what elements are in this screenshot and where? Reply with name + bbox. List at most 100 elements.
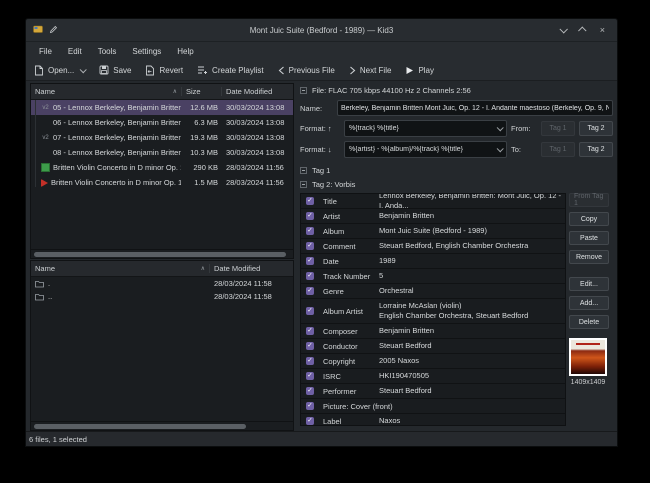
tag-checkbox[interactable]: ✓: [306, 257, 314, 265]
create-playlist-button[interactable]: Create Playlist: [197, 65, 264, 75]
tag-row[interactable]: ✓ Album Artist Lorraine McAslan (violin)…: [301, 299, 565, 324]
tag-checkbox[interactable]: ✓: [306, 307, 314, 315]
tag-row[interactable]: ✓ Track Number 5: [301, 269, 565, 284]
tag-row[interactable]: ✓ Copyright 2005 Naxos: [301, 354, 565, 369]
tag-field-value[interactable]: HKI190470505: [379, 371, 565, 381]
tag-field-value[interactable]: Benjamin Britten: [379, 326, 565, 336]
close-icon[interactable]: ×: [600, 26, 605, 35]
menu-item[interactable]: Help: [170, 45, 200, 58]
filename-format-combo[interactable]: %{track} %{title}: [344, 120, 507, 137]
file-row[interactable]: 08 - Lennox Berkeley, Benjamin Britten M…: [31, 145, 293, 160]
filename-from-tag2-button[interactable]: Tag 2: [579, 121, 613, 136]
tag-row[interactable]: ✓ Composer Benjamin Britten: [301, 324, 565, 339]
tag-checkbox[interactable]: ✓: [306, 272, 314, 280]
tag-field-value[interactable]: 5: [379, 271, 565, 281]
tag-checkbox[interactable]: ✓: [306, 327, 314, 335]
tag-field-value[interactable]: 2005 Naxos: [379, 356, 565, 366]
edit-button[interactable]: Edit...: [569, 277, 609, 291]
add-button[interactable]: Add...: [569, 296, 609, 310]
tag-field-value[interactable]: Steuart Bedford, English Chamber Orchest…: [379, 241, 565, 251]
tag-row[interactable]: ✓ Conductor Steuart Bedford: [301, 339, 565, 354]
revert-button[interactable]: Revert: [145, 65, 183, 76]
tag1-section-header[interactable]: Tag 1: [300, 166, 613, 175]
collapse-toggle-icon[interactable]: [300, 87, 307, 94]
tag-field-value[interactable]: Lorraine McAslan (violin) English Chambe…: [379, 301, 565, 321]
menu-item[interactable]: Settings: [125, 45, 168, 58]
delete-button[interactable]: Delete: [569, 315, 609, 329]
tag-checkbox[interactable]: ✓: [306, 242, 314, 250]
directory-row[interactable]: . 28/03/2024 11:58: [31, 277, 293, 290]
tag-field-value[interactable]: Benjamin Britten: [379, 211, 565, 221]
tag-row[interactable]: ✓ Label Naxos: [301, 414, 565, 426]
play-button[interactable]: Play: [405, 66, 434, 75]
tag-row[interactable]: ✓ Picture: Cover (front): [301, 399, 565, 414]
previous-file-button[interactable]: Previous File: [278, 66, 335, 75]
copy-button[interactable]: Copy: [569, 212, 609, 226]
filename-from-tag1-button[interactable]: Tag 1: [541, 121, 575, 136]
tag-checkbox[interactable]: ✓: [306, 417, 314, 425]
directory-list-hscrollbar[interactable]: [31, 421, 293, 430]
open-dropdown-icon[interactable]: [80, 66, 87, 73]
tag-field-value[interactable]: 1989: [379, 256, 565, 266]
paste-button[interactable]: Paste: [569, 231, 609, 245]
tag-format-combo[interactable]: %{artist} - %{album}/%{track} %{title}: [344, 141, 507, 158]
column-header-size[interactable]: Size: [181, 87, 221, 96]
collapse-toggle-icon[interactable]: [300, 181, 307, 188]
tag-row[interactable]: ✓ Genre Orchestral: [301, 284, 565, 299]
scrollbar-thumb[interactable]: [34, 424, 246, 429]
file-row[interactable]: 07 - Lennox Berkeley, Benjamin Britten M…: [31, 130, 293, 145]
tag-checkbox[interactable]: ✓: [306, 197, 314, 205]
to-label: To:: [511, 145, 537, 154]
tag-field-value[interactable]: Mont Juic Suite (Bedford - 1989): [379, 226, 565, 236]
next-file-button[interactable]: Next File: [349, 66, 392, 75]
file-row[interactable]: 05 - Lennox Berkeley, Benjamin Britten M…: [31, 100, 293, 115]
open-button[interactable]: Open...: [34, 65, 85, 76]
tag-row[interactable]: ✓ ISRC HKI190470505: [301, 369, 565, 384]
tag1-from-filename-button[interactable]: Tag 1: [541, 142, 575, 157]
from-tag1-button[interactable]: From Tag 1: [569, 193, 609, 207]
column-header-date[interactable]: Date Modified: [221, 87, 293, 96]
tag-row[interactable]: ✓ Performer Steuart Bedford: [301, 384, 565, 399]
tag-checkbox[interactable]: ✓: [306, 287, 314, 295]
remove-button[interactable]: Remove: [569, 250, 609, 264]
minimize-icon[interactable]: [559, 25, 567, 33]
tag-row[interactable]: ✓ Comment Steuart Bedford, English Chamb…: [301, 239, 565, 254]
tag-field-value[interactable]: Steuart Bedford: [379, 386, 565, 396]
tag-field-value[interactable]: Steuart Bedford: [379, 341, 565, 351]
file-row[interactable]: Britten Violin Concerto in D minor Op. 1…: [31, 175, 293, 190]
filename-input[interactable]: [337, 100, 613, 116]
scrollbar-thumb[interactable]: [34, 252, 286, 257]
tag-checkbox[interactable]: ✓: [306, 387, 314, 395]
tag-row[interactable]: ✓ Title Lennox Berkeley, Benjamin Britte…: [301, 194, 565, 209]
menu-item[interactable]: Tools: [91, 45, 124, 58]
file-row[interactable]: Britten Violin Concerto in D minor Op. 1…: [31, 160, 293, 175]
tag-checkbox[interactable]: ✓: [306, 212, 314, 220]
tag-field-value[interactable]: Orchestral: [379, 286, 565, 296]
directory-row[interactable]: .. 28/03/2024 11:58: [31, 290, 293, 303]
tag-checkbox[interactable]: ✓: [306, 372, 314, 380]
tag-field-name: Track Number: [323, 272, 379, 281]
tag-row[interactable]: ✓ Date 1989: [301, 254, 565, 269]
tag-field-value[interactable]: Naxos: [379, 416, 565, 426]
maximize-icon[interactable]: [578, 26, 586, 34]
tag-row[interactable]: ✓ Album Mont Juic Suite (Bedford - 1989): [301, 224, 565, 239]
tag2-section-header[interactable]: Tag 2: Vorbis: [300, 180, 613, 189]
column-header-name[interactable]: Name ∧: [31, 87, 181, 96]
album-cover-thumbnail[interactable]: [569, 338, 607, 376]
tag2-from-filename-button[interactable]: Tag 2: [579, 142, 613, 157]
menu-item[interactable]: Edit: [61, 45, 89, 58]
tag-checkbox[interactable]: ✓: [306, 402, 314, 410]
tag-checkbox[interactable]: ✓: [306, 357, 314, 365]
collapse-toggle-icon[interactable]: [300, 167, 307, 174]
tag-row[interactable]: ✓ Artist Benjamin Britten: [301, 209, 565, 224]
save-button[interactable]: Save: [99, 65, 131, 75]
tag-field-name: Title: [323, 197, 379, 206]
playlist-icon: [197, 65, 208, 75]
column-header-date[interactable]: Date Modified: [209, 264, 293, 273]
tag-checkbox[interactable]: ✓: [306, 342, 314, 350]
tag-checkbox[interactable]: ✓: [306, 227, 314, 235]
menu-item[interactable]: File: [32, 45, 59, 58]
file-list-hscrollbar[interactable]: [30, 250, 294, 259]
column-header-name[interactable]: Name ∧: [31, 264, 209, 273]
file-row[interactable]: 06 - Lennox Berkeley, Benjamin Britten M…: [31, 115, 293, 130]
